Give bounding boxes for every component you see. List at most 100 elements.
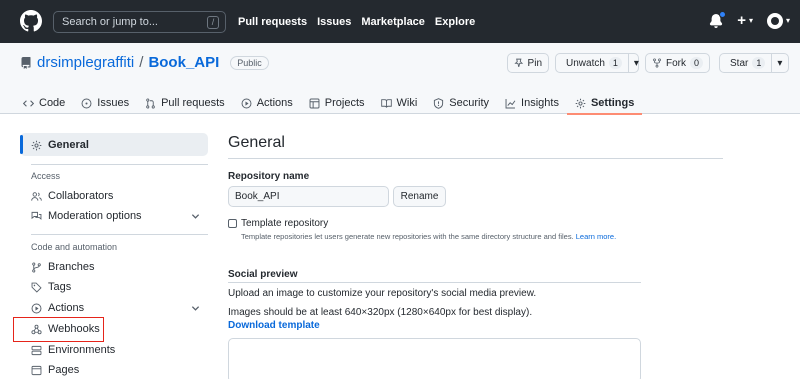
github-logo-icon[interactable]	[20, 10, 42, 32]
sidebar-item-actions[interactable]: Actions	[31, 302, 84, 314]
unwatch-button[interactable]: Unwatch 1 ▾	[555, 53, 639, 73]
fork-button[interactable]: Fork 0	[645, 53, 710, 73]
sidebar-heading-access: Access	[31, 171, 61, 181]
tab-settings[interactable]: Settings	[566, 92, 643, 115]
notification-indicator	[719, 10, 727, 18]
global-header: Search or jump to... / Pull requests Iss…	[0, 0, 800, 43]
repo-name-link[interactable]: Book_API	[148, 54, 219, 71]
sidebar-item-label: Moderation options	[48, 210, 142, 222]
chevron-down-icon: ▾	[771, 54, 782, 72]
people-icon	[31, 191, 42, 201]
plus-icon: +	[737, 12, 746, 29]
repo-owner-link[interactable]: drsimplegraffiti	[37, 54, 134, 71]
browser-icon	[31, 365, 42, 375]
table-icon	[309, 98, 320, 108]
social-preview-heading: Social preview	[228, 269, 298, 280]
tab-security[interactable]: Security	[425, 92, 497, 114]
tab-label: Insights	[521, 97, 559, 109]
pull-request-icon	[146, 98, 155, 108]
tab-label: Code	[39, 97, 66, 109]
fork-icon	[653, 58, 661, 68]
repo-name-input[interactable]: Book_API	[228, 186, 389, 207]
nav-issues[interactable]: Issues	[317, 16, 351, 28]
issue-icon	[81, 98, 92, 108]
book-icon	[380, 98, 392, 108]
user-menu-button[interactable]: ▾	[766, 12, 790, 29]
tab-label: Security	[449, 97, 490, 109]
download-template-link[interactable]: Download template	[228, 320, 320, 331]
tab-label: Settings	[590, 97, 635, 109]
tab-insights[interactable]: Insights	[497, 92, 567, 114]
sidebar-item-collaborators[interactable]: Collaborators	[31, 190, 113, 202]
page-title: General	[228, 134, 285, 151]
sidebar-item-label: Tags	[48, 281, 72, 293]
play-icon	[31, 303, 42, 313]
sidebar-item-label: Actions	[48, 302, 85, 314]
learn-more-link[interactable]: Learn more.	[576, 232, 616, 241]
tab-issues[interactable]: Issues	[73, 92, 137, 114]
tab-code[interactable]: Code	[23, 92, 73, 114]
tag-icon	[31, 282, 42, 293]
nav-explore[interactable]: Explore	[435, 16, 475, 28]
repo-tabs: Code Issues Pull requests Actions Projec…	[23, 92, 643, 115]
tab-wiki[interactable]: Wiki	[373, 92, 426, 114]
notifications-button[interactable]	[709, 10, 727, 29]
code-icon	[23, 99, 34, 107]
chevron-down-icon[interactable]	[191, 304, 200, 313]
gear-icon	[575, 98, 586, 108]
repo-breadcrumb: drsimplegraffiti / Book_API Public	[20, 54, 269, 71]
tab-actions[interactable]: Actions	[233, 92, 301, 114]
sidebar-item-pages[interactable]: Pages	[31, 364, 79, 376]
rename-button[interactable]: Rename	[393, 186, 446, 207]
create-new-button[interactable]: + ▾	[737, 12, 753, 29]
star-count: 1	[752, 57, 766, 69]
breadcrumb-separator: /	[139, 54, 144, 71]
tab-pull-requests[interactable]: Pull requests	[137, 92, 233, 114]
sidebar-item-branches[interactable]: Branches	[31, 261, 94, 273]
template-repository-description: Template repositories let users generate…	[241, 232, 616, 241]
unwatch-label: Unwatch	[566, 57, 605, 69]
sidebar-item-general[interactable]: General	[31, 139, 89, 151]
gear-icon	[31, 140, 42, 150]
tab-label: Projects	[324, 97, 365, 109]
pin-icon	[514, 58, 524, 67]
avatar	[766, 12, 783, 29]
title-divider	[228, 158, 723, 159]
repo-icon	[21, 56, 31, 69]
tab-projects[interactable]: Projects	[301, 92, 373, 114]
sidebar-divider	[31, 234, 208, 235]
sidebar-item-label: Pages	[48, 364, 80, 376]
tab-label: Actions	[256, 97, 293, 109]
play-icon	[241, 98, 252, 108]
sidebar-item-label: Branches	[48, 261, 95, 273]
search-input[interactable]: Search or jump to... /	[53, 11, 226, 33]
sidebar-divider	[31, 164, 208, 165]
image-size-hint: Images should be at least 640×320px (128…	[228, 307, 533, 318]
chevron-down-icon[interactable]	[191, 212, 200, 221]
sidebar-item-label: Collaborators	[48, 190, 114, 202]
chevron-down-icon: ▾	[627, 54, 639, 72]
sidebar-item-tags[interactable]: Tags	[31, 281, 71, 293]
social-preview-image-box[interactable]	[228, 338, 641, 379]
star-button[interactable]: Star 1 ▾	[719, 53, 789, 73]
repo-name-label: Repository name	[228, 171, 310, 182]
branch-icon	[32, 262, 41, 272]
nav-marketplace[interactable]: Marketplace	[361, 16, 425, 28]
pin-button[interactable]: Pin	[507, 53, 549, 73]
social-preview-divider	[228, 282, 641, 283]
tab-label: Wiki	[396, 97, 418, 109]
sidebar-item-label: General	[48, 139, 89, 151]
sidebar-item-moderation[interactable]: Moderation options	[31, 210, 142, 222]
visibility-badge: Public	[230, 55, 269, 70]
star-label: Star	[730, 57, 749, 69]
graph-icon	[505, 98, 516, 108]
template-description-text: Template repositories let users generate…	[241, 232, 574, 241]
chevron-down-icon: ▾	[785, 16, 790, 25]
pin-label: Pin	[527, 57, 542, 69]
fork-label: Fork	[665, 57, 686, 69]
search-shortcut-key: /	[207, 16, 219, 29]
nav-pull-requests[interactable]: Pull requests	[238, 16, 307, 28]
template-repository-checkbox[interactable]	[228, 219, 237, 228]
sidebar-item-environments[interactable]: Environments	[31, 344, 115, 356]
shield-icon	[434, 97, 444, 109]
